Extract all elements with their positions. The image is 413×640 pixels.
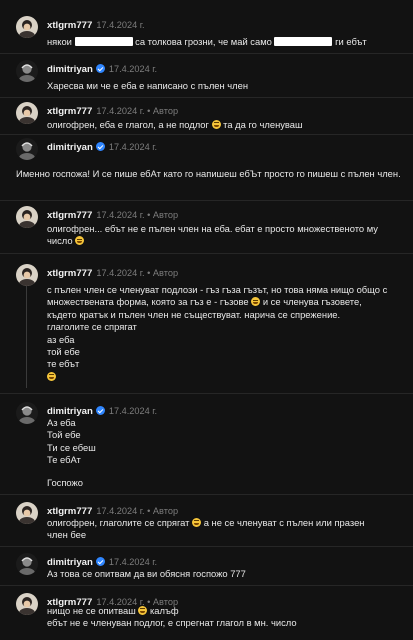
comment-date: 17.4.2024 г. [108,557,158,567]
comment-text: Именно госпожа! И се пише ебАт като го н… [16,168,401,179]
author-badge: • Автор [147,506,179,516]
username[interactable]: xtlgrm777 [47,20,92,31]
comment-text: олигофрен, глаголите се спрягат а не се … [47,517,365,541]
verified-badge-icon [95,64,105,73]
comment-header: xtlgrm777 17.4.2024 г. • Автор [47,209,178,222]
comment-text: олигофрен... ебът не е пълен член на еба… [47,223,378,247]
author-badge: • Автор [147,268,179,278]
username[interactable]: dimitriyan [47,557,93,568]
avatar[interactable] [16,102,38,124]
divider [0,53,413,54]
avatar[interactable] [16,402,38,424]
comment-date: 17.4.2024 г. [96,210,145,220]
username[interactable]: xtlgrm777 [47,268,92,279]
comment-date: 17.4.2024 г. [108,64,158,74]
divider [0,134,413,135]
divider [0,97,413,98]
comment-date: 17.4.2024 г. [96,268,145,278]
comment-header: dimitriyan 17.4.2024 г. [47,141,157,154]
comment-date: 17.4.2024 г. [96,506,145,516]
comment-text: нищо не се опитваш калъф ебът не е члену… [47,605,297,629]
avatar[interactable] [16,16,38,38]
username[interactable]: dimitriyan [47,142,93,153]
grinning-emoji-icon [138,606,148,615]
comment-header: xtlgrm777 17.4.2024 г. [47,19,145,32]
avatar[interactable] [16,553,38,575]
divider [0,585,413,586]
divider [0,200,413,201]
username[interactable]: xtlgrm777 [47,210,92,221]
divider [0,546,413,547]
avatar[interactable] [16,502,38,524]
grinning-emoji-icon [75,236,85,246]
username[interactable]: dimitriyan [47,406,93,417]
comment-text: Аз това се опитвам да ви обясня госпожо … [47,568,246,579]
avatar[interactable] [16,206,38,228]
comment-text: Аз еба Той ебе Ти се ебеш Те ебАт Госпож… [47,417,96,488]
grinning-emoji-icon [211,120,221,129]
avatar[interactable] [16,138,38,160]
divider [0,393,413,394]
comment-date: 17.4.2024 г. [96,106,145,116]
comment-text: олигофрен, еба е глагол, а не подлог та … [47,119,303,130]
comment-text: някои са толкова грозни, че май само ги … [47,36,367,47]
divider [0,494,413,495]
verified-badge-icon [95,406,105,415]
comment-date: 17.4.2024 г. [96,20,145,30]
thread-line [26,280,27,388]
divider [0,253,413,254]
avatar[interactable] [16,264,38,286]
comment-text: с пълен член се членуват подлози - гъз г… [47,284,402,383]
avatar[interactable] [16,60,38,82]
grinning-emoji-icon [47,371,56,381]
author-badge: • Автор [147,210,179,220]
grinning-emoji-icon [192,518,202,527]
username[interactable]: xtlgrm777 [47,506,92,517]
comment-header: xtlgrm777 17.4.2024 г. • Автор [47,105,178,118]
redaction-bar [274,37,333,46]
author-badge: • Автор [147,106,179,116]
verified-badge-icon [95,142,105,151]
username[interactable]: dimitriyan [47,64,93,75]
grinning-emoji-icon [251,297,261,307]
verified-badge-icon [95,557,105,566]
comment-thread: xtlgrm777 17.4.2024 г. някои са толкова г… [0,0,413,640]
comment-text: Харесва ми че е еба е написано с пълен ч… [47,80,249,91]
comment-date: 17.4.2024 г. [108,406,158,416]
avatar[interactable] [16,593,38,615]
comment-header: dimitriyan 17.4.2024 г. [47,63,157,76]
redaction-bar [74,37,133,46]
username[interactable]: xtlgrm777 [47,106,92,117]
comment-date: 17.4.2024 г. [108,142,158,152]
comment-header: xtlgrm777 17.4.2024 г. • Автор [47,267,178,280]
